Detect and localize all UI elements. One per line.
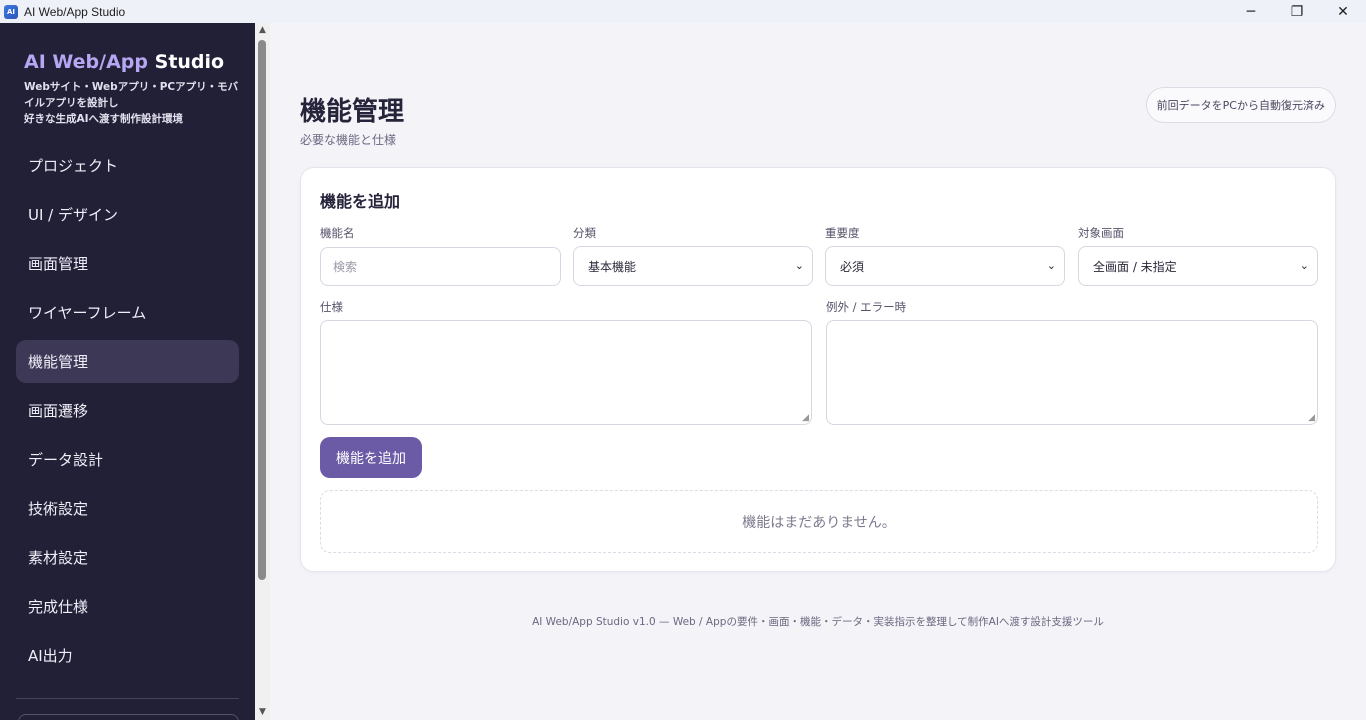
target-screen-select[interactable]: 全画面 / 未指定 ⌄ bbox=[1078, 246, 1318, 286]
page-subtitle: 必要な機能と仕様 bbox=[300, 133, 397, 147]
spec-textarea[interactable]: ◢ bbox=[320, 320, 812, 425]
sidebar-item-ui-design[interactable]: UI / デザイン bbox=[16, 193, 239, 236]
close-button[interactable]: ✕ bbox=[1320, 0, 1366, 23]
page-title: 機能管理 bbox=[300, 97, 405, 127]
tagline-line-2: 好きな生成AIへ渡す制作設計環境 bbox=[24, 113, 184, 125]
resize-grip-icon[interactable]: ◢ bbox=[1308, 413, 1315, 423]
priority-selected-value: 必須 bbox=[840, 259, 865, 274]
category-select[interactable]: 基本機能 ⌄ bbox=[573, 246, 813, 286]
brand-tagline: Webサイト・Webアプリ・PCアプリ・モバイルアプリを設計し 好きな生成AIへ… bbox=[24, 79, 239, 127]
window-title: AI Web/App Studio bbox=[24, 4, 126, 19]
add-feature-button[interactable]: 機能を追加 bbox=[320, 437, 422, 478]
autosave-status-badge: 前回データをPCから自動復元済み bbox=[1145, 87, 1336, 123]
sidebar-item-transitions[interactable]: 画面遷移 bbox=[16, 389, 239, 432]
exception-textarea[interactable]: ◢ bbox=[826, 320, 1318, 425]
spec-label: 仕様 bbox=[320, 300, 343, 314]
sidebar-item-features[interactable]: 機能管理 bbox=[16, 340, 239, 383]
minimize-button[interactable]: ─ bbox=[1228, 0, 1274, 23]
brand-rest: Studio bbox=[148, 51, 225, 73]
sidebar-item-final-spec[interactable]: 完成仕様 bbox=[16, 585, 239, 628]
sidebar-item-screens[interactable]: 画面管理 bbox=[16, 242, 239, 285]
brand-logo: AI Web/App Studio bbox=[24, 51, 224, 73]
maximize-button[interactable]: ❐ bbox=[1274, 0, 1320, 23]
chevron-down-icon: ⌄ bbox=[794, 259, 804, 272]
scroll-up-arrow-icon[interactable]: ▲ bbox=[255, 23, 270, 38]
tagline-line-1: Webサイト・Webアプリ・PCアプリ・モバイルアプリを設計し bbox=[24, 81, 239, 109]
feature-name-label: 機能名 bbox=[320, 226, 355, 240]
brand-accent: AI Web/App bbox=[24, 51, 149, 73]
sidebar-item-ai-output[interactable]: AI出力 bbox=[16, 634, 239, 677]
sidebar-item-tech-settings[interactable]: 技術設定 bbox=[16, 487, 239, 530]
sidebar-nav: プロジェクト UI / デザイン 画面管理 ワイヤーフレーム 機能管理 画面遷移… bbox=[16, 144, 239, 683]
priority-select[interactable]: 必須 ⌄ bbox=[825, 246, 1065, 286]
resize-grip-icon[interactable]: ◢ bbox=[802, 413, 809, 423]
scroll-thumb[interactable] bbox=[258, 40, 266, 580]
exception-label: 例外 / エラー時 bbox=[826, 300, 907, 314]
sidebar-extra-button[interactable] bbox=[18, 714, 239, 720]
category-label: 分類 bbox=[573, 226, 596, 240]
main-content: 機能管理 必要な機能と仕様 前回データをPCから自動復元済み 機能を追加 機能名… bbox=[270, 23, 1366, 720]
sidebar-item-data-design[interactable]: データ設計 bbox=[16, 438, 239, 481]
sidebar-scrollbar[interactable]: ▲ ▼ bbox=[255, 23, 270, 720]
window-controls: ─ ❐ ✕ bbox=[1228, 0, 1366, 23]
chevron-down-icon: ⌄ bbox=[1299, 259, 1309, 272]
target-screen-label: 対象画面 bbox=[1078, 226, 1124, 240]
category-selected-value: 基本機能 bbox=[588, 259, 637, 274]
sidebar-item-project[interactable]: プロジェクト bbox=[16, 144, 239, 187]
app-icon: AI bbox=[4, 4, 18, 19]
chevron-down-icon: ⌄ bbox=[1046, 259, 1056, 272]
sidebar-item-wireframe[interactable]: ワイヤーフレーム bbox=[16, 291, 239, 334]
card-title: 機能を追加 bbox=[320, 192, 401, 211]
sidebar-divider bbox=[16, 698, 239, 699]
add-feature-card: 機能を追加 機能名 検索 分類 基本機能 ⌄ 重要度 必須 ⌄ 対象画面 全画面… bbox=[300, 167, 1336, 572]
scroll-down-arrow-icon[interactable]: ▼ bbox=[255, 705, 270, 720]
window-titlebar: AI AI Web/App Studio ─ ❐ ✕ bbox=[0, 0, 1366, 23]
priority-label: 重要度 bbox=[825, 226, 860, 240]
footer-text: AI Web/App Studio v1.0 — Web / Appの要件・画面… bbox=[532, 616, 1104, 628]
feature-list-empty-state: 機能はまだありません。 bbox=[320, 490, 1318, 553]
sidebar: AI Web/App Studio Webサイト・Webアプリ・PCアプリ・モバ… bbox=[0, 23, 255, 720]
target-screen-selected-value: 全画面 / 未指定 bbox=[1093, 259, 1177, 274]
sidebar-item-assets[interactable]: 素材設定 bbox=[16, 536, 239, 579]
feature-name-input[interactable]: 検索 bbox=[320, 247, 561, 286]
